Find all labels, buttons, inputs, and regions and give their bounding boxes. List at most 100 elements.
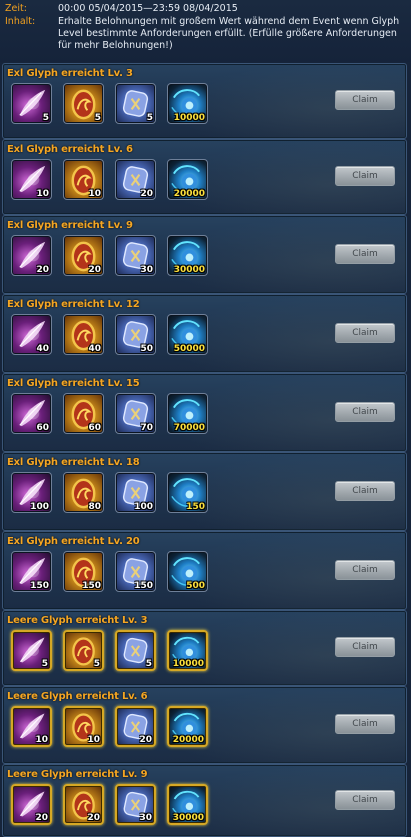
reward-tier-title: Exl Glyph erreicht Lv. 15 [7, 378, 140, 389]
item-quantity: 5 [94, 113, 101, 123]
item-quantity: 30 [139, 813, 152, 823]
reward-items: 10 10 20 20000 [11, 159, 208, 200]
claim-button[interactable]: Claim [335, 244, 395, 264]
claim-button[interactable]: Claim [335, 790, 395, 810]
reward-tier-panel: Exl Glyph erreicht Lv. 18 100 80 100 150 Clai… [2, 452, 407, 531]
item-quantity: 5 [145, 659, 152, 669]
rune-icon[interactable]: 150 [115, 551, 156, 592]
blue-orb-icon[interactable]: 20000 [167, 706, 208, 747]
reward-tier-title: Exl Glyph erreicht Lv. 9 [7, 220, 133, 231]
item-quantity: 20000 [172, 735, 204, 745]
item-quantity: 30 [140, 265, 153, 275]
feather-icon[interactable]: 60 [11, 393, 52, 434]
blue-orb-icon[interactable]: 20000 [167, 159, 208, 200]
claim-button[interactable]: Claim [335, 166, 395, 186]
item-quantity: 20 [35, 813, 48, 823]
item-quantity: 40 [88, 344, 101, 354]
item-quantity: 5 [41, 659, 48, 669]
reward-tier-title: Exl Glyph erreicht Lv. 3 [7, 68, 133, 79]
claim-button[interactable]: Claim [335, 402, 395, 422]
rune-icon[interactable]: 70 [115, 393, 156, 434]
reward-tier-title: Exl Glyph erreicht Lv. 20 [7, 536, 140, 547]
item-quantity: 10000 [173, 113, 205, 123]
feather-icon[interactable]: 20 [11, 784, 52, 825]
egg-icon[interactable]: 20 [63, 235, 104, 276]
item-quantity: 20 [88, 265, 101, 275]
feather-icon[interactable]: 5 [11, 83, 52, 124]
item-quantity: 60 [36, 423, 49, 433]
rune-icon[interactable]: 50 [115, 314, 156, 355]
rune-icon[interactable]: 20 [115, 706, 156, 747]
egg-icon[interactable]: 5 [63, 630, 104, 671]
item-quantity: 10 [88, 189, 101, 199]
feather-icon[interactable]: 150 [11, 551, 52, 592]
egg-icon[interactable]: 150 [63, 551, 104, 592]
rune-icon[interactable]: 100 [115, 472, 156, 513]
feather-icon[interactable]: 100 [11, 472, 52, 513]
blue-orb-icon[interactable]: 150 [167, 472, 208, 513]
feather-icon[interactable]: 10 [11, 706, 52, 747]
reward-tier-title: Exl Glyph erreicht Lv. 18 [7, 457, 140, 468]
reward-tier-panel: Exl Glyph erreicht Lv. 9 20 20 30 30000 Claim [2, 215, 407, 294]
item-quantity: 10000 [172, 659, 204, 669]
claim-button[interactable]: Claim [335, 323, 395, 343]
rune-icon[interactable]: 20 [115, 159, 156, 200]
item-quantity: 20 [139, 735, 152, 745]
blue-orb-icon[interactable]: 10000 [167, 630, 208, 671]
egg-icon[interactable]: 40 [63, 314, 104, 355]
rune-icon[interactable]: 5 [115, 83, 156, 124]
item-quantity: 500 [186, 581, 205, 591]
reward-tier-panel: Exl Glyph erreicht Lv. 3 5 5 5 10000 Claim [2, 63, 407, 139]
item-quantity: 10 [35, 735, 48, 745]
rune-icon[interactable]: 30 [115, 784, 156, 825]
reward-items: 10 10 20 20000 [11, 706, 208, 747]
egg-icon[interactable]: 10 [63, 706, 104, 747]
blue-orb-icon[interactable]: 30000 [167, 235, 208, 276]
reward-tier-panel: Exl Glyph erreicht Lv. 20 150 150 150 500 Cla… [2, 531, 407, 610]
feather-icon[interactable]: 20 [11, 235, 52, 276]
claim-button[interactable]: Claim [335, 481, 395, 501]
item-quantity: 30000 [172, 813, 204, 823]
blue-orb-icon[interactable]: 30000 [167, 784, 208, 825]
item-quantity: 50000 [173, 344, 205, 354]
time-label: Zeit: [5, 3, 27, 14]
blue-orb-icon[interactable]: 50000 [167, 314, 208, 355]
egg-icon[interactable]: 80 [63, 472, 104, 513]
item-quantity: 100 [134, 502, 153, 512]
content-label: Inhalt: [5, 16, 36, 27]
item-quantity: 50 [140, 344, 153, 354]
egg-icon[interactable]: 60 [63, 393, 104, 434]
egg-icon[interactable]: 5 [63, 83, 104, 124]
item-quantity: 20 [87, 813, 100, 823]
blue-orb-icon[interactable]: 10000 [167, 83, 208, 124]
reward-tier-panel: Exl Glyph erreicht Lv. 15 60 60 70 70000 Clai… [2, 373, 407, 452]
feather-icon[interactable]: 40 [11, 314, 52, 355]
blue-orb-icon[interactable]: 70000 [167, 393, 208, 434]
blue-orb-icon[interactable]: 500 [167, 551, 208, 592]
reward-items: 150 150 150 500 [11, 551, 208, 592]
item-quantity: 100 [30, 502, 49, 512]
claim-button[interactable]: Claim [335, 90, 395, 110]
feather-icon[interactable]: 10 [11, 159, 52, 200]
item-quantity: 150 [186, 502, 205, 512]
reward-items: 40 40 50 50000 [11, 314, 208, 355]
item-quantity: 150 [82, 581, 101, 591]
item-quantity: 150 [134, 581, 153, 591]
feather-icon[interactable]: 5 [11, 630, 52, 671]
claim-button[interactable]: Claim [335, 560, 395, 580]
rune-icon[interactable]: 30 [115, 235, 156, 276]
reward-items: 60 60 70 70000 [11, 393, 208, 434]
egg-icon[interactable]: 10 [63, 159, 104, 200]
item-quantity: 5 [93, 659, 100, 669]
reward-items: 20 20 30 30000 [11, 235, 208, 276]
claim-button[interactable]: Claim [335, 637, 395, 657]
reward-tier-title: Leere Glyph erreicht Lv. 6 [7, 691, 148, 702]
item-quantity: 5 [146, 113, 153, 123]
reward-tier-title: Leere Glyph erreicht Lv. 3 [7, 615, 148, 626]
claim-button[interactable]: Claim [335, 714, 395, 734]
reward-tier-panel: Exl Glyph erreicht Lv. 12 40 40 50 50000 Clai… [2, 294, 407, 373]
rune-icon[interactable]: 5 [115, 630, 156, 671]
item-quantity: 150 [30, 581, 49, 591]
reward-items: 5 5 5 10000 [11, 630, 208, 671]
egg-icon[interactable]: 20 [63, 784, 104, 825]
